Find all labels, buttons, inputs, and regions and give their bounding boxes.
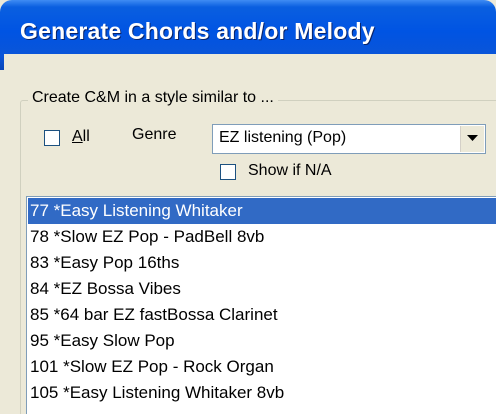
list-item[interactable]: 95 *Easy Slow Pop (28, 328, 496, 354)
groupbox-label: Create C&M in a style similar to ... (28, 89, 278, 107)
list-item[interactable]: 77 *Easy Listening Whitaker (28, 198, 496, 224)
styles-list-items: 77 *Easy Listening Whitaker 78 *Slow EZ … (28, 198, 496, 406)
list-item[interactable]: 83 *Easy Pop 16ths (28, 250, 496, 276)
show-na-label: Show if N/A (248, 162, 332, 179)
show-na-checkbox[interactable] (220, 164, 236, 180)
list-item[interactable]: 101 *Slow EZ Pop - Rock Organ (28, 354, 496, 380)
dialog-window: Generate Chords and/or Melody Create C&M… (0, 0, 496, 414)
list-item[interactable]: 84 *EZ Bossa Vibes (28, 276, 496, 302)
list-item[interactable]: 78 *Slow EZ Pop - PadBell 8vb (28, 224, 496, 250)
chevron-down-icon (467, 135, 478, 141)
genre-label: Genre (132, 126, 177, 143)
list-item[interactable]: 85 *64 bar EZ fastBossa Clarinet (28, 302, 496, 328)
window-title: Generate Chords and/or Melody (20, 18, 375, 44)
list-item[interactable]: 105 *Easy Listening Whitaker 8vb (28, 380, 496, 406)
genre-dropdown[interactable]: EZ listening (Pop) (212, 124, 486, 154)
all-checkbox-label: All (72, 128, 90, 145)
genre-selected-value: EZ listening (Pop) (219, 129, 347, 146)
dropdown-button[interactable] (460, 126, 484, 152)
all-checkbox[interactable] (44, 130, 60, 146)
